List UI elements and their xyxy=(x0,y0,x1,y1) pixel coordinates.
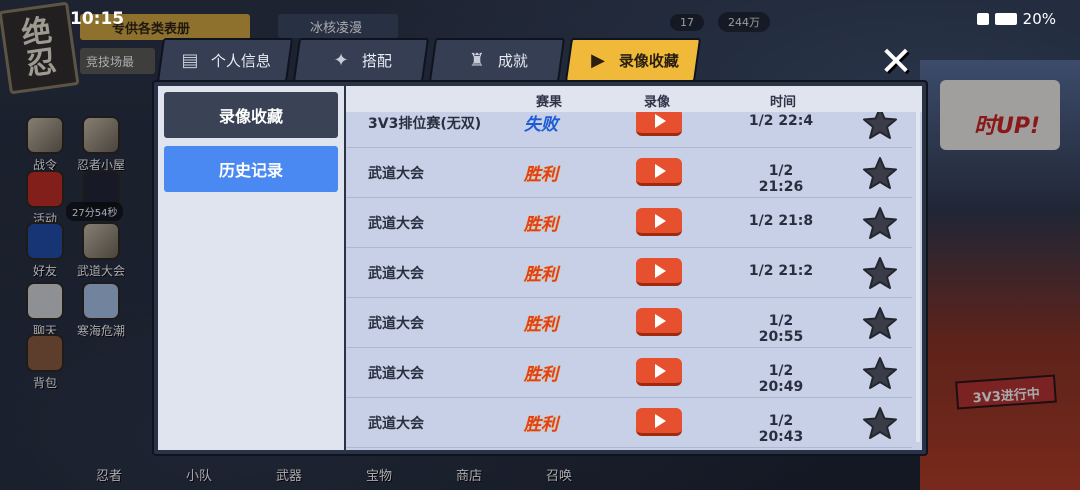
match-result: 胜利 xyxy=(524,165,558,185)
status-time: 10:15 xyxy=(70,9,125,29)
match-result: 失败 xyxy=(524,115,558,135)
star-icon[interactable] xyxy=(862,156,898,190)
match-mode: 武道大会 xyxy=(368,266,424,282)
play-icon: ▶ xyxy=(591,49,605,71)
play-replay-button[interactable] xyxy=(636,108,682,136)
play-replay-button[interactable] xyxy=(636,408,682,436)
match-time: 1/2 21:2 xyxy=(748,263,814,279)
profile-card-icon: ▤ xyxy=(181,49,199,71)
match-result: 胜利 xyxy=(524,265,558,285)
match-result: 胜利 xyxy=(524,415,558,435)
table-row: 武道大会 胜利 1/2 20:43 xyxy=(346,398,912,448)
battery-level: 20% xyxy=(1022,10,1056,28)
list-scrollbar[interactable] xyxy=(916,112,920,442)
header-result: 赛果 xyxy=(536,95,563,110)
match-mode: 武道大会 xyxy=(368,416,424,432)
table-row: 武道大会 胜利 1/2 21:2 xyxy=(346,248,912,298)
match-time: 1/2 21:26 xyxy=(758,163,804,195)
header-time: 时间 xyxy=(770,95,797,110)
wifi-icon xyxy=(976,13,989,25)
panel-tabs: ▤ 个人信息 ✦ 搭配 ♜ 成就 ▶ 录像收藏 xyxy=(156,38,702,84)
star-icon[interactable] xyxy=(862,406,898,440)
play-replay-button[interactable] xyxy=(636,158,682,186)
match-result: 胜利 xyxy=(524,215,558,235)
star-icon[interactable] xyxy=(862,356,898,390)
tab-loadout[interactable]: ✦ 搭配 xyxy=(292,38,430,82)
close-button[interactable]: ✕ xyxy=(872,39,920,85)
panel-sidebar: 录像收藏 历史记录 xyxy=(158,86,344,450)
table-row: 武道大会 胜利 1/2 21:8 xyxy=(346,198,912,248)
status-bar: 10:15 20% xyxy=(0,0,1080,38)
match-mode: 武道大会 xyxy=(368,166,424,182)
shuriken-icon: ✦ xyxy=(333,49,349,71)
header-replay: 录像 xyxy=(644,95,671,110)
match-mode: 武道大会 xyxy=(368,316,424,332)
match-mode: 武道大会 xyxy=(368,366,424,382)
star-icon[interactable] xyxy=(862,256,898,290)
play-replay-button[interactable] xyxy=(636,208,682,236)
table-row: 武道大会 胜利 1/2 20:49 xyxy=(346,348,912,398)
match-result: 胜利 xyxy=(524,315,558,335)
history-button[interactable]: 历史记录 xyxy=(164,146,338,192)
match-mode: 武道大会 xyxy=(368,216,424,232)
table-row: 武道大会 胜利 1/2 21:26 xyxy=(346,148,912,198)
match-time: 1/2 20:55 xyxy=(758,313,804,345)
tab-achievements[interactable]: ♜ 成就 xyxy=(428,38,566,82)
match-time: 1/2 20:49 xyxy=(758,363,804,395)
trophy-icon: ♜ xyxy=(468,49,486,71)
replay-list: 3V3排位赛(无双) 失败 1/2 22:4 武道大会 胜利 1/2 21:26 武道大会胜… xyxy=(346,86,922,450)
tab-replay-favorites[interactable]: ▶ 录像收藏 xyxy=(564,38,702,82)
match-mode: 3V3排位赛(无双) xyxy=(368,116,482,132)
match-result: 胜利 xyxy=(524,365,558,385)
table-row: 武道大会 胜利 1/2 20:55 xyxy=(346,298,912,348)
star-icon[interactable] xyxy=(862,206,898,240)
status-right: 20% xyxy=(976,10,1056,28)
table-header: 赛果 录像 时间 xyxy=(346,86,922,112)
match-time: 1/2 21:8 xyxy=(748,213,814,229)
play-replay-button[interactable] xyxy=(636,358,682,386)
replay-rows: 3V3排位赛(无双) 失败 1/2 22:4 武道大会 胜利 1/2 21:26 武道大会胜… xyxy=(346,98,922,448)
battery-icon xyxy=(994,13,1017,25)
favorites-button[interactable]: 录像收藏 xyxy=(164,92,338,138)
play-replay-button[interactable] xyxy=(636,308,682,336)
star-icon[interactable] xyxy=(862,306,898,340)
match-time: 1/2 22:4 xyxy=(748,113,814,129)
play-replay-button[interactable] xyxy=(636,258,682,286)
match-time: 1/2 20:43 xyxy=(758,413,804,445)
tab-profile[interactable]: ▤ 个人信息 xyxy=(156,38,294,82)
